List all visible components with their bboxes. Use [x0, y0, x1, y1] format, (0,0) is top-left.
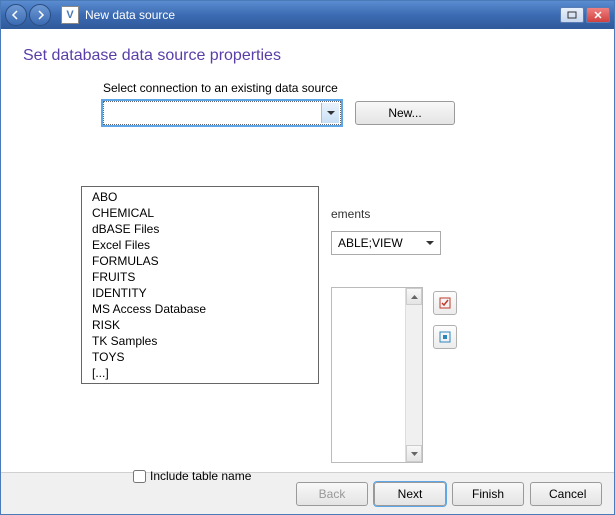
nav-forward-button[interactable] — [29, 4, 51, 26]
dropdown-item[interactable]: dBASE Files — [82, 221, 318, 237]
window-title: New data source — [85, 8, 560, 22]
content-area: Set database data source properties Sele… — [1, 29, 614, 472]
app-icon: V — [61, 6, 79, 24]
side-toolbar — [433, 291, 457, 349]
arrow-left-icon — [11, 10, 21, 20]
chevron-up-icon — [411, 295, 418, 299]
type-combobox-arrow[interactable] — [422, 234, 438, 252]
dropdown-item[interactable]: TK Samples — [82, 333, 318, 349]
chevron-down-icon — [426, 241, 434, 246]
include-table-label: Include table name — [150, 469, 251, 483]
maximize-icon — [567, 11, 577, 19]
connection-combobox[interactable] — [103, 101, 341, 125]
scrollbar[interactable] — [405, 288, 422, 462]
dropdown-item[interactable]: FORMULAS — [82, 253, 318, 269]
chevron-down-icon — [411, 452, 418, 456]
dropdown-item[interactable]: TOYS — [82, 349, 318, 365]
dropdown-item[interactable]: Excel Files — [82, 237, 318, 253]
dropdown-item[interactable]: ABO — [82, 189, 318, 205]
titlebar: V New data source — [1, 1, 614, 29]
new-button[interactable]: New... — [355, 101, 455, 125]
dropdown-item[interactable]: FRUITS — [82, 269, 318, 285]
scroll-up-button[interactable] — [406, 288, 422, 305]
scroll-down-button[interactable] — [406, 445, 422, 462]
elements-label-partial: ements — [331, 207, 370, 221]
connection-dropdown-list: ABO CHEMICAL dBASE Files Excel Files FOR… — [81, 186, 319, 384]
include-table-row: Include table name — [133, 469, 251, 483]
dropdown-item[interactable]: IDENTITY — [82, 285, 318, 301]
nav-back-button[interactable] — [5, 4, 27, 26]
footer: Back Next Finish Cancel — [1, 472, 614, 514]
cancel-button[interactable]: Cancel — [530, 482, 602, 506]
page-heading: Set database data source properties — [23, 47, 592, 65]
dropdown-item[interactable]: CHEMICAL — [82, 205, 318, 221]
dropdown-item[interactable]: MS Access Database — [82, 301, 318, 317]
uncheck-button[interactable] — [433, 325, 457, 349]
back-button: Back — [296, 482, 368, 506]
type-combobox[interactable]: ABLE;VIEW — [331, 231, 441, 255]
elements-listbox[interactable] — [331, 287, 423, 463]
combobox-arrow[interactable] — [321, 103, 339, 123]
dropdown-item[interactable]: [...] — [82, 365, 318, 381]
check-button[interactable] — [433, 291, 457, 315]
arrow-right-icon — [35, 10, 45, 20]
close-icon — [593, 11, 603, 19]
dropdown-item[interactable]: RISK — [82, 317, 318, 333]
connection-label: Select connection to an existing data so… — [103, 81, 592, 95]
dialog-window: V New data source Set database data sour… — [0, 0, 615, 515]
next-button[interactable]: Next — [374, 482, 446, 506]
box-icon — [438, 330, 452, 344]
include-table-checkbox[interactable] — [133, 470, 146, 483]
window-controls — [560, 7, 610, 23]
type-value: ABLE;VIEW — [338, 236, 403, 250]
chevron-down-icon — [327, 111, 335, 116]
close-button[interactable] — [586, 7, 610, 23]
check-icon — [438, 296, 452, 310]
maximize-button[interactable] — [560, 7, 584, 23]
finish-button[interactable]: Finish — [452, 482, 524, 506]
connection-row: New... — [103, 101, 592, 125]
